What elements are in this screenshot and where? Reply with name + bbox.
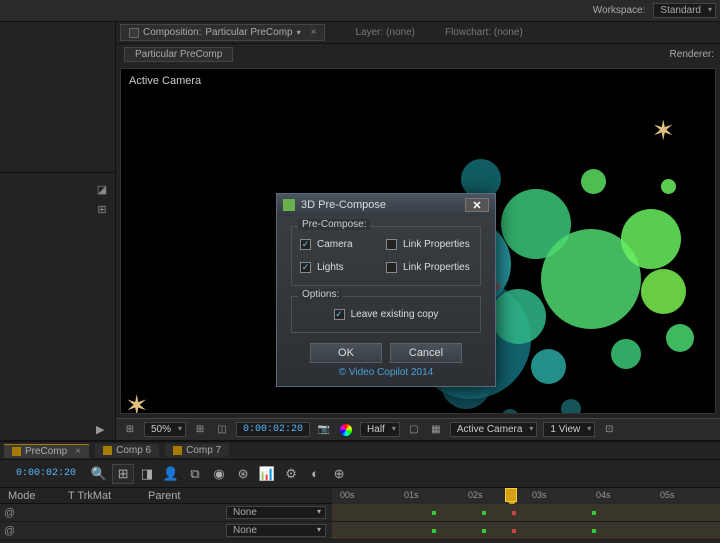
pickwhip-icon[interactable]: @	[4, 507, 16, 519]
link-properties-1-checkbox[interactable]	[386, 239, 397, 250]
brainstorm-icon[interactable]: ⊛	[232, 464, 254, 484]
frame-blend-icon[interactable]: ⧉	[184, 464, 206, 484]
time-ruler[interactable]: 00s01s02s03s04s05s06	[332, 488, 720, 504]
current-time[interactable]: 0:00:02:20	[236, 422, 310, 437]
dialog-app-icon	[283, 199, 295, 211]
magnify-icon[interactable]: ⊞	[122, 423, 138, 437]
tool-icon[interactable]: ⊕	[328, 464, 350, 484]
renderer-label[interactable]: Renderer:	[670, 49, 714, 60]
mask-icon[interactable]: ◫	[214, 423, 230, 437]
precompose-legend: Pre-Compose:	[298, 219, 370, 230]
close-button[interactable]: ✕	[465, 198, 489, 212]
camera-dropdown[interactable]: Active Camera	[450, 422, 538, 437]
tool-icon[interactable]: ⚙	[280, 464, 302, 484]
comp-sub-tab[interactable]: Particular PreComp	[124, 47, 233, 62]
snapshot-icon[interactable]: 📷	[316, 423, 332, 437]
transparency-grid-icon[interactable]: ▦	[428, 423, 444, 437]
graph-editor-icon[interactable]: 📊	[256, 464, 278, 484]
pickwhip-icon[interactable]: @	[4, 525, 16, 537]
ok-button[interactable]: OK	[310, 343, 382, 363]
comp-tab-dd-icon[interactable]: ▾	[297, 28, 301, 37]
link-properties-2-checkbox[interactable]	[386, 262, 397, 273]
comp-icon	[129, 28, 139, 38]
ruler-tick: 01s	[404, 490, 419, 500]
workspace-label: Workspace:	[593, 5, 646, 16]
top-menubar: Workspace: Standard	[0, 0, 720, 22]
ruler-tick: 04s	[596, 490, 611, 500]
lights-checkbox[interactable]	[300, 262, 311, 273]
link-properties-2-label: Link Properties	[403, 262, 470, 273]
playhead[interactable]	[505, 488, 517, 502]
search-icon[interactable]: 🔍	[88, 464, 110, 484]
project-panel: ◪ ⊞ ▶	[0, 22, 116, 440]
parent-column: Parent	[140, 490, 188, 502]
channel-icon[interactable]	[338, 423, 354, 437]
camera-checkbox[interactable]	[300, 239, 311, 250]
ruler-tick: 05s	[660, 490, 675, 500]
views-dropdown[interactable]: 1 View	[543, 422, 595, 437]
options-legend: Options:	[298, 289, 343, 300]
tool-icon[interactable]: ◐	[304, 464, 326, 484]
ruler-tick: 03s	[532, 490, 547, 500]
timeline-timecode[interactable]: 0:00:02:20	[16, 468, 76, 479]
timeline-tab[interactable]: PreComp×	[4, 444, 89, 458]
comp-tab-prefix: Composition:	[143, 27, 201, 38]
roi-icon[interactable]: ▢	[406, 423, 422, 437]
lights-checkbox-label: Lights	[317, 262, 344, 273]
dialog-title: 3D Pre-Compose	[301, 199, 386, 211]
play-icon[interactable]: ▶	[96, 423, 104, 436]
layer-row[interactable]: @ None	[0, 522, 720, 540]
active-camera-label: Active Camera	[129, 75, 201, 87]
draft3d-icon[interactable]: ◨	[136, 464, 158, 484]
mode-column: Mode	[0, 490, 60, 502]
comp-mini-flowchart-icon[interactable]: ⊞	[112, 464, 134, 484]
view-options-icon[interactable]: ⊡	[601, 423, 617, 437]
timeline-tab[interactable]: Comp 7	[165, 444, 229, 457]
panel-icon-2[interactable]: ⊞	[95, 202, 109, 216]
comp-tab-bar: Composition: Particular PreComp ▾ × Laye…	[116, 22, 720, 44]
zoom-dropdown[interactable]: 50%	[144, 422, 186, 437]
layer-tab[interactable]: Layer: (none)	[355, 27, 414, 38]
motion-blur-icon[interactable]: ◉	[208, 464, 230, 484]
timeline-panel: PreComp×Comp 6Comp 7 0:00:02:20 🔍 ⊞ ◨ 👤 …	[0, 440, 720, 543]
leave-existing-copy-label: Leave existing copy	[351, 309, 439, 320]
3d-precompose-dialog: 3D Pre-Compose ✕ Pre-Compose: Camera Lin…	[276, 193, 496, 387]
copyright-text: © Video Copilot 2014	[291, 367, 481, 378]
ruler-tick: 02s	[468, 490, 483, 500]
leave-existing-copy-checkbox[interactable]	[334, 309, 345, 320]
grid-icon[interactable]: ⊞	[192, 423, 208, 437]
timeline-tabs: PreComp× Comp 6 Comp 7	[0, 442, 720, 460]
dialog-titlebar[interactable]: 3D Pre-Compose ✕	[277, 194, 495, 216]
layer-row[interactable]: @ None	[0, 504, 720, 522]
link-properties-1-label: Link Properties	[403, 239, 470, 250]
comp-tab-name: Particular PreComp	[205, 27, 292, 38]
sparkle-icon: ✶	[125, 389, 148, 414]
close-icon[interactable]: ×	[311, 27, 317, 38]
parent-dropdown[interactable]: None	[226, 524, 326, 537]
trkmat-column: T TrkMat	[60, 490, 140, 502]
ruler-tick: 00s	[340, 490, 355, 500]
viewer-controls: ⊞ 50% ⊞ ◫ 0:00:02:20 📷 Half ▢ ▦ Active C…	[116, 418, 720, 440]
workspace-dropdown[interactable]: Standard	[653, 3, 716, 18]
timeline-tab[interactable]: Comp 6	[95, 444, 159, 457]
shy-icon[interactable]: 👤	[160, 464, 182, 484]
camera-checkbox-label: Camera	[317, 239, 353, 250]
flowchart-tab[interactable]: Flowchart: (none)	[445, 27, 523, 38]
resolution-dropdown[interactable]: Half	[360, 422, 400, 437]
parent-dropdown[interactable]: None	[226, 506, 326, 519]
cancel-button[interactable]: Cancel	[390, 343, 462, 363]
sparkle-icon: ✶	[652, 114, 675, 147]
composition-tab[interactable]: Composition: Particular PreComp ▾ ×	[120, 24, 325, 41]
panel-icon-1[interactable]: ◪	[95, 182, 109, 196]
composition-viewer[interactable]: Active Camera ⊕	[120, 68, 716, 414]
